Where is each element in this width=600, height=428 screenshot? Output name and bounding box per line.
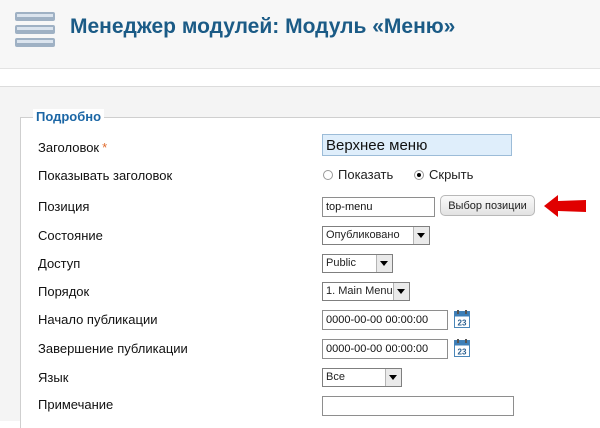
show-title-radio-hide[interactable]: Скрыть	[414, 167, 473, 182]
chevron-down-icon[interactable]	[393, 283, 409, 300]
access-label: Доступ	[38, 256, 81, 271]
radio-button-selected[interactable]	[414, 169, 424, 180]
required-mark: *	[102, 140, 108, 155]
select-position-button[interactable]: Выбор позиции	[440, 195, 535, 216]
language-label: Язык	[38, 370, 69, 385]
publish-up-label: Начало публикации	[38, 312, 158, 327]
language-value: Все	[326, 371, 345, 383]
chevron-down-icon[interactable]	[385, 369, 401, 386]
calendar-icon[interactable]: 23	[454, 310, 470, 328]
calendar-icon-text: 23	[458, 348, 467, 357]
order-label: Порядок	[38, 284, 90, 299]
position-input[interactable]	[322, 197, 435, 217]
publish-down-label: Завершение публикации	[38, 341, 188, 356]
note-input[interactable]	[322, 396, 514, 416]
state-label: Состояние	[38, 228, 103, 243]
access-value: Public	[326, 257, 356, 269]
access-select[interactable]: Public	[322, 254, 393, 273]
radio-label-hide: Скрыть	[429, 167, 474, 182]
show-title-radio-show[interactable]: Показать	[323, 167, 393, 182]
publish-down-input[interactable]	[322, 339, 448, 359]
red-arrow-icon	[544, 195, 586, 217]
chevron-down-icon[interactable]	[376, 255, 392, 272]
chevron-down-icon[interactable]	[413, 227, 429, 244]
publish-up-input[interactable]	[322, 310, 448, 330]
language-select[interactable]: Все	[322, 368, 402, 387]
calendar-icon-text: 23	[458, 319, 467, 328]
state-select[interactable]: Опубликовано	[322, 226, 430, 245]
radio-button[interactable]	[323, 169, 333, 180]
title-input[interactable]	[322, 134, 512, 156]
module-manager-icon	[15, 12, 55, 47]
order-select[interactable]: 1. Main Menu	[322, 282, 410, 301]
radio-label-show: Показать	[338, 167, 394, 182]
title-label: Заголовок *	[38, 140, 108, 155]
position-label: Позиция	[38, 199, 90, 214]
fieldset-legend: Подробно	[33, 109, 105, 124]
state-value: Опубликовано	[326, 229, 400, 241]
order-value: 1. Main Menu	[326, 285, 393, 297]
page-title: Менеджер модулей: Модуль «Меню»	[70, 15, 456, 38]
show-title-label: Показывать заголовок	[38, 168, 173, 183]
calendar-icon[interactable]: 23	[454, 339, 470, 357]
note-label: Примечание	[38, 397, 114, 412]
page-header: Менеджер модулей: Модуль «Меню»	[0, 0, 600, 69]
details-fieldset	[20, 117, 600, 428]
